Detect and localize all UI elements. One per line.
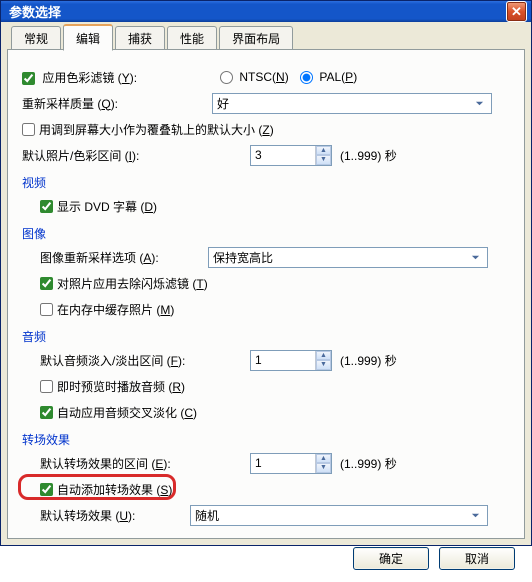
chevron-down-icon [472, 95, 487, 112]
audio-fade-spinner[interactable]: ▲▼ [250, 350, 332, 371]
default-trans-value: 随机 [195, 507, 219, 524]
row-auto-crossfade: 自动应用音频交叉淡化 (C) [22, 401, 510, 423]
auto-crossfade-checkbox[interactable] [40, 406, 53, 419]
apply-color-filter-label: 应用色彩滤镜 (Y): [42, 71, 137, 85]
pal-label: PAL(P) [319, 70, 357, 84]
default-trans-label: 默认转场效果 (U): [40, 507, 190, 524]
chevron-up-icon: ▲ [316, 146, 331, 156]
chevron-down-icon: ▼ [316, 463, 331, 473]
trans-duration-input[interactable] [251, 454, 315, 473]
trans-duration-range: (1..999) 秒 [340, 455, 397, 472]
section-video: 视频 [22, 174, 510, 191]
ok-button[interactable]: 确定 [353, 547, 429, 570]
row-photo-duration: 默认照片/色彩区间 (I): ▲▼ (1..999) 秒 [22, 144, 510, 166]
photo-duration-label: 默认照片/色彩区间 (I): [22, 147, 250, 164]
apply-color-filter-checkbox[interactable] [22, 72, 35, 85]
default-trans-combo[interactable]: 随机 [190, 505, 488, 526]
section-audio: 音频 [22, 328, 510, 345]
resample-quality-value: 好 [217, 95, 229, 112]
row-default-trans: 默认转场效果 (U): 随机 [22, 504, 510, 526]
content-area: 常规 编辑 捕获 性能 界面布局 应用色彩滤镜 (Y): NTSC(N) [1, 22, 531, 582]
tab-capture[interactable]: 捕获 [115, 26, 165, 50]
cache-photo-label: 在内存中缓存照片 (M) [57, 301, 174, 318]
section-image: 图像 [22, 225, 510, 242]
row-color-filter: 应用色彩滤镜 (Y): NTSC(N) PAL(P) [22, 66, 510, 88]
row-show-dvd-sub: 显示 DVD 字幕 (D) [22, 195, 510, 217]
photo-duration-input[interactable] [251, 146, 315, 165]
ntsc-radio[interactable] [220, 71, 233, 84]
spinner-buttons[interactable]: ▲▼ [315, 351, 331, 370]
resample-quality-label: 重新采样质量 (Q): [22, 95, 212, 112]
trans-duration-spinner[interactable]: ▲▼ [250, 453, 332, 474]
row-fit-overlay: 用调到屏幕大小作为覆叠轨上的默认大小 (Z) [22, 118, 510, 140]
row-trans-duration: 默认转场效果的区间 (E): ▲▼ (1..999) 秒 [22, 452, 510, 474]
dialog-footer: 确定 取消 [7, 539, 525, 578]
window-title: 参数选择 [9, 2, 506, 21]
audio-fade-input[interactable] [251, 351, 315, 370]
instant-preview-label: 即时预览时播放音频 (R) [57, 378, 185, 395]
audio-fade-range: (1..999) 秒 [340, 352, 397, 369]
chevron-down-icon [468, 507, 483, 524]
auto-add-trans-label: 自动添加转场效果 (S) [57, 481, 172, 498]
ntsc-label: NTSC(N) [239, 70, 288, 84]
row-audio-fade: 默认音频淡入/淡出区间 (F): ▲▼ (1..999) 秒 [22, 349, 510, 371]
dialog-window: 参数选择 ✕ 常规 编辑 捕获 性能 界面布局 应用色彩滤镜 (Y): [0, 0, 532, 546]
row-deflicker: 对照片应用去除闪烁滤镜 (T) [22, 272, 510, 294]
section-transition: 转场效果 [22, 431, 510, 448]
auto-add-trans-checkbox[interactable] [40, 483, 53, 496]
tab-layout[interactable]: 界面布局 [219, 26, 293, 50]
close-button[interactable]: ✕ [506, 1, 527, 22]
row-auto-add-trans: 自动添加转场效果 (S) [22, 478, 510, 500]
row-instant-preview: 即时预览时播放音频 (R) [22, 375, 510, 397]
row-cache-photo: 在内存中缓存照片 (M) [22, 298, 510, 320]
image-resample-combo[interactable]: 保持宽高比 [208, 247, 488, 268]
resample-quality-combo[interactable]: 好 [212, 93, 492, 114]
show-dvd-sub-checkbox[interactable] [40, 200, 53, 213]
pal-radio[interactable] [300, 71, 313, 84]
edit-panel: 应用色彩滤镜 (Y): NTSC(N) PAL(P) 重新采样质量 (Q): 好 [7, 49, 525, 539]
deflicker-label: 对照片应用去除闪烁滤镜 (T) [57, 275, 208, 292]
chevron-down-icon: ▼ [316, 360, 331, 370]
tab-general[interactable]: 常规 [11, 26, 61, 50]
deflicker-checkbox[interactable] [40, 277, 53, 290]
chevron-up-icon: ▲ [316, 351, 331, 361]
chevron-up-icon: ▲ [316, 454, 331, 464]
auto-crossfade-label: 自动应用音频交叉淡化 (C) [57, 404, 197, 421]
cancel-button[interactable]: 取消 [439, 547, 515, 570]
title-bar: 参数选择 ✕ [1, 1, 531, 22]
spinner-buttons[interactable]: ▲▼ [315, 146, 331, 165]
instant-preview-checkbox[interactable] [40, 380, 53, 393]
cache-photo-checkbox[interactable] [40, 303, 53, 316]
image-resample-value: 保持宽高比 [213, 249, 273, 266]
row-image-resample: 图像重新采样选项 (A): 保持宽高比 [22, 246, 510, 268]
trans-duration-label: 默认转场效果的区间 (E): [40, 455, 250, 472]
spinner-buttons[interactable]: ▲▼ [315, 454, 331, 473]
close-icon: ✕ [511, 4, 522, 20]
show-dvd-sub-label: 显示 DVD 字幕 (D) [57, 198, 157, 215]
chevron-down-icon: ▼ [316, 155, 331, 165]
audio-fade-label: 默认音频淡入/淡出区间 (F): [40, 352, 250, 369]
tab-performance[interactable]: 性能 [167, 26, 217, 50]
photo-duration-spinner[interactable]: ▲▼ [250, 145, 332, 166]
chevron-down-icon [468, 249, 483, 266]
fit-overlay-checkbox[interactable] [22, 123, 35, 136]
fit-overlay-label: 用调到屏幕大小作为覆叠轨上的默认大小 (Z) [39, 121, 274, 138]
photo-duration-range: (1..999) 秒 [340, 147, 397, 164]
image-resample-label: 图像重新采样选项 (A): [40, 249, 208, 266]
row-resample-quality: 重新采样质量 (Q): 好 [22, 92, 510, 114]
tab-strip: 常规 编辑 捕获 性能 界面布局 [7, 28, 525, 50]
tab-edit[interactable]: 编辑 [63, 24, 113, 51]
